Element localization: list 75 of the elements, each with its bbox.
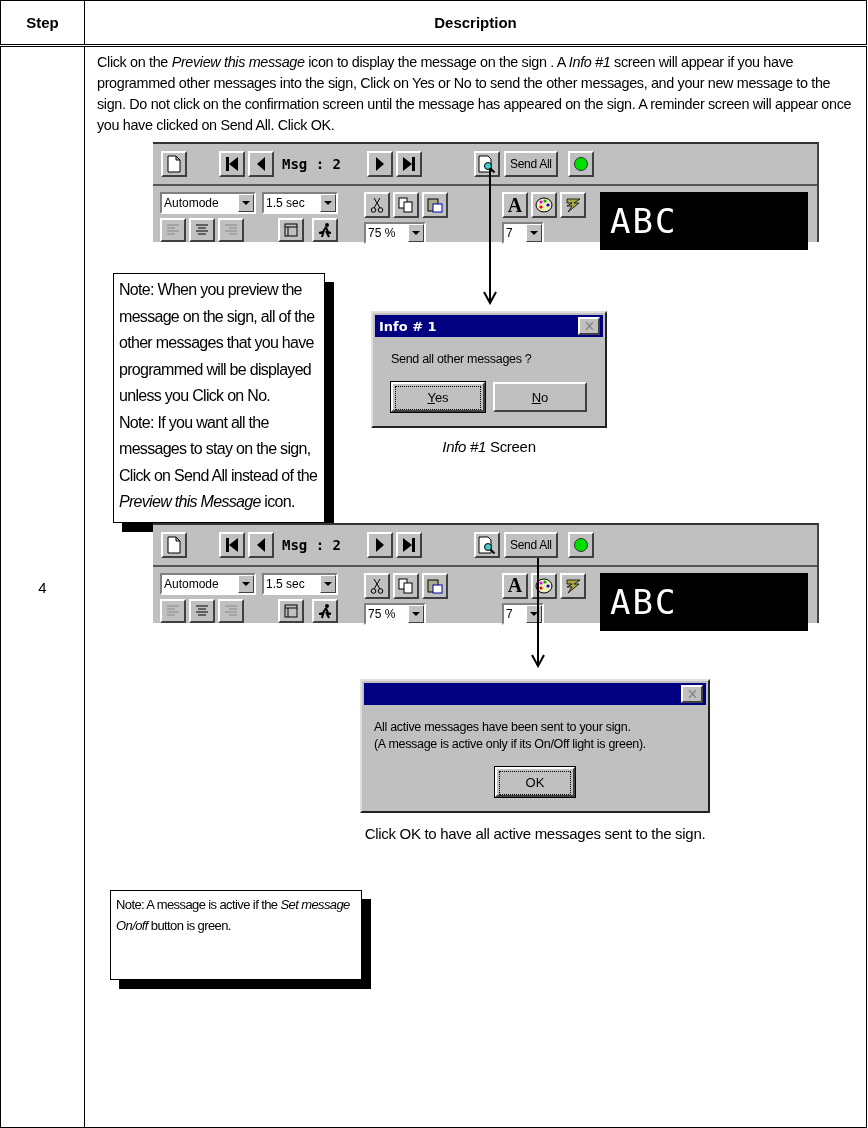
column-header: Description bbox=[84, 0, 867, 46]
dialog-message: All active messages have been sent to your sign. bbox=[374, 718, 632, 736]
column-header: Step bbox=[0, 0, 85, 46]
note-text: Note: If you want all the messages to stay on the sign, Click on Send All instead of the Preview this Message icon. bbox=[119, 412, 319, 512]
caret-icon bbox=[324, 581, 332, 586]
caret-icon bbox=[242, 201, 250, 205]
last-icon[interactable] bbox=[396, 151, 422, 177]
new-document-icon[interactable] bbox=[161, 151, 187, 177]
description-text: Click on the Preview this message icon to display the message on the sign . A Info #1 screen will appear if you have programmed other messages into the sign, Click on Yes or No to send the other messages, and your new message to the sign. Do not click on the confirmation screen until the message has appeared on the sign. A reminder screen will appear once you have clicked on Send All. Click OK. bbox=[97, 53, 853, 135]
dialog-title: Info # 1 bbox=[379, 318, 437, 334]
dialog-button[interactable]: No bbox=[493, 382, 587, 412]
caret-icon bbox=[412, 231, 420, 235]
align-left-icon[interactable] bbox=[160, 598, 186, 623]
on-off-light-button[interactable] bbox=[567, 151, 594, 177]
align-right-icon[interactable] bbox=[218, 218, 244, 242]
align-center-icon[interactable] bbox=[189, 598, 215, 623]
copy-icon[interactable] bbox=[393, 192, 419, 218]
sign-display: ABC bbox=[600, 192, 808, 250]
cut-icon[interactable] bbox=[364, 572, 390, 599]
font-button[interactable]: A bbox=[502, 192, 528, 218]
lightning-icon[interactable] bbox=[560, 192, 586, 218]
step-number: 4 bbox=[38, 578, 47, 596]
copy-icon[interactable] bbox=[393, 572, 419, 599]
cut-icon[interactable] bbox=[364, 192, 390, 218]
lightning-icon[interactable] bbox=[560, 572, 586, 599]
dialog-message: (A message is active only if its On/Off light is green). bbox=[374, 735, 647, 753]
next-icon[interactable] bbox=[367, 531, 393, 558]
new-document-icon[interactable] bbox=[161, 531, 187, 558]
previous-icon[interactable] bbox=[248, 531, 274, 558]
dialog-button[interactable]: OK bbox=[495, 766, 575, 797]
first-icon[interactable] bbox=[219, 151, 245, 177]
dialog-caption: Info #1 Screen bbox=[442, 438, 536, 455]
palette-icon[interactable] bbox=[531, 572, 557, 599]
paste-icon[interactable] bbox=[422, 192, 448, 218]
next-icon[interactable] bbox=[367, 151, 393, 177]
send-all-button[interactable]: Send All bbox=[504, 531, 558, 558]
palette-icon[interactable] bbox=[531, 192, 557, 218]
first-icon[interactable] bbox=[219, 531, 245, 558]
preview-icon[interactable] bbox=[474, 531, 500, 558]
running-figure-icon[interactable] bbox=[312, 218, 338, 242]
previous-icon[interactable] bbox=[248, 151, 274, 177]
duration-dropdown[interactable]: 1.5 sec bbox=[262, 192, 338, 214]
caret-icon bbox=[530, 611, 538, 616]
dialog-caption: Click OK to have all active messages sent to the sign. bbox=[364, 824, 706, 842]
caret-icon bbox=[242, 581, 250, 586]
mode-dropdown[interactable]: Automode bbox=[160, 572, 256, 595]
paste-icon[interactable] bbox=[422, 572, 448, 599]
mode-dropdown[interactable]: Automode bbox=[160, 192, 256, 214]
close-icon[interactable] bbox=[681, 684, 703, 703]
dialog-message: Send all other messages ? bbox=[391, 351, 533, 368]
preview-icon[interactable] bbox=[474, 151, 500, 177]
duration-dropdown[interactable]: 1.5 sec bbox=[262, 572, 338, 595]
last-icon[interactable] bbox=[396, 531, 422, 558]
message-number: Msg : 2 bbox=[282, 536, 341, 553]
font-button[interactable]: A bbox=[502, 572, 528, 599]
align-right-icon[interactable] bbox=[218, 598, 244, 623]
dialog-button[interactable]: Yes bbox=[391, 382, 485, 412]
note-text: Note: When you preview the message on the sign, all of the other messages that you have programmed will be displayed unless you Click on No. bbox=[119, 280, 316, 406]
caret-icon bbox=[324, 201, 332, 205]
sign-display: ABC bbox=[600, 572, 808, 631]
zoom-dropdown[interactable]: 75 % bbox=[364, 222, 426, 244]
running-figure-icon[interactable] bbox=[312, 598, 338, 623]
window-icon[interactable] bbox=[278, 598, 304, 623]
send-all-button[interactable]: Send All bbox=[504, 151, 558, 177]
close-icon[interactable] bbox=[578, 317, 600, 335]
message-number: Msg : 2 bbox=[282, 156, 341, 172]
font-size-dropdown[interactable]: 7 bbox=[502, 222, 544, 244]
align-center-icon[interactable] bbox=[189, 218, 215, 242]
font-size-dropdown[interactable]: 7 bbox=[502, 602, 544, 625]
caret-icon bbox=[412, 611, 420, 616]
align-left-icon[interactable] bbox=[160, 218, 186, 242]
caret-icon bbox=[530, 231, 538, 235]
window-icon[interactable] bbox=[278, 218, 304, 242]
zoom-dropdown[interactable]: 75 % bbox=[364, 602, 426, 625]
on-off-light-button[interactable] bbox=[567, 531, 594, 558]
